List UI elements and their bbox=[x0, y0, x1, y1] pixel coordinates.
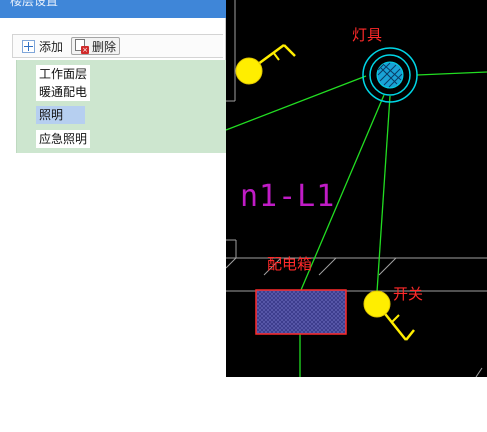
add-button-label: 添加 bbox=[39, 39, 64, 54]
light-fixture-symbol[interactable] bbox=[362, 47, 418, 103]
dialog-toolbar: 添加 × 删除 bbox=[12, 34, 223, 58]
floor-list-item[interactable]: 应急照明 bbox=[36, 130, 91, 148]
switch-label: 开关 bbox=[393, 285, 424, 303]
delete-floor-button[interactable]: × 删除 bbox=[71, 37, 121, 55]
distribution-box-label: 配电箱 bbox=[267, 255, 313, 273]
floor-settings-dialog: 楼层设置 添加 × 删除 工作面层 暖通配电 照明 应急照明 bbox=[0, 0, 226, 153]
cad-drawing-canvas[interactable]: 灯具 n1-L1 配电箱 开关 bbox=[226, 0, 487, 377]
switch-symbol-top[interactable] bbox=[235, 43, 296, 85]
dialog-title: 楼层设置 bbox=[10, 0, 59, 8]
delete-button-label: 删除 bbox=[92, 39, 117, 54]
plus-icon bbox=[22, 39, 35, 53]
floor-list-item[interactable]: 工作面层 bbox=[36, 65, 91, 83]
floor-list-item[interactable]: 暖通配电 bbox=[36, 83, 91, 101]
add-floor-button[interactable]: 添加 bbox=[19, 37, 66, 55]
dialog-titlebar[interactable]: 楼层设置 bbox=[0, 0, 226, 18]
floor-list-item-selected[interactable]: 照明 bbox=[36, 106, 85, 124]
distribution-box-symbol[interactable] bbox=[255, 289, 347, 335]
fixture-label: 灯具 bbox=[352, 26, 383, 44]
room-label: n1-L1 bbox=[240, 179, 336, 214]
floor-list: 工作面层 暖通配电 照明 应急照明 bbox=[16, 60, 226, 153]
delete-icon: × bbox=[75, 39, 89, 54]
